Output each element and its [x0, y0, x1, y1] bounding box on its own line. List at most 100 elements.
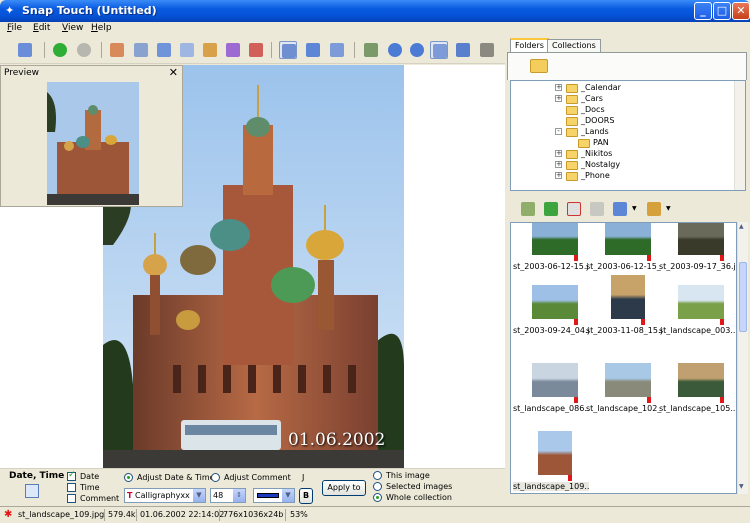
- menu-edit[interactable]: Edit: [33, 23, 50, 33]
- date-checkbox[interactable]: [67, 470, 76, 481]
- tree-node[interactable]: + _Cars: [555, 94, 715, 105]
- tree-node[interactable]: _Docs: [555, 105, 715, 116]
- delete-icon[interactable]: [565, 200, 583, 218]
- close-button[interactable]: ✕: [732, 2, 750, 20]
- tree-expander-icon[interactable]: +: [555, 84, 562, 91]
- tree-node[interactable]: + _Nikitos: [555, 149, 715, 160]
- thumbnail-image[interactable]: [678, 363, 724, 397]
- status-datetime: 01.06.2002 22:14:02: [140, 510, 225, 519]
- thumb-size-icon[interactable]: [645, 200, 663, 218]
- fit-icon[interactable]: [362, 41, 380, 59]
- move-icon[interactable]: [132, 41, 150, 59]
- panel-title: Date, Time: [9, 471, 65, 481]
- thumbnail-image[interactable]: [678, 285, 724, 319]
- tree-node[interactable]: _DOORS: [555, 116, 715, 127]
- status-filename: st_landscape_109.jpg: [18, 510, 105, 519]
- zoom-in-icon[interactable]: [386, 41, 404, 59]
- preview-close-icon[interactable]: ✕: [169, 66, 178, 79]
- view-mode-1-icon[interactable]: [279, 41, 297, 59]
- tree-node[interactable]: + _Phone: [555, 171, 715, 182]
- thumbnail-image[interactable]: [538, 431, 572, 475]
- selected-images-radio[interactable]: [373, 482, 382, 491]
- open-folder-icon[interactable]: [16, 41, 34, 59]
- thumbnail-image[interactable]: [605, 363, 651, 397]
- time-checkbox[interactable]: [67, 483, 76, 492]
- folder-icon: [566, 150, 578, 159]
- status-dimensions: 776x1036x24b: [223, 510, 284, 519]
- view-mode-2-icon[interactable]: [304, 41, 322, 59]
- export-icon[interactable]: [178, 41, 196, 59]
- image-icon[interactable]: [201, 41, 219, 59]
- thumbnail-caption: st_2003-09-17_36.jpg: [659, 262, 735, 271]
- rotate-icon[interactable]: [224, 41, 242, 59]
- comment-checkbox[interactable]: [67, 494, 76, 503]
- thumbnail-grid[interactable]: st_2003-06-12-15.jpgst_2003-06-12-15_...…: [510, 222, 737, 494]
- color-select[interactable]: ▼: [253, 488, 295, 503]
- thumbnail-caption: st_landscape_086...: [513, 404, 589, 413]
- tree-scrollbar[interactable]: [734, 81, 745, 190]
- tree-node-label: _Phone: [581, 171, 610, 180]
- thumbnail-caption: st_2003-09-24_04.jpg: [513, 326, 589, 335]
- view-mode-3-icon[interactable]: [328, 41, 346, 59]
- undo-icon[interactable]: [588, 200, 606, 218]
- apply-to-button[interactable]: Apply to: [322, 480, 366, 496]
- thumbnail-image[interactable]: [532, 223, 578, 255]
- maximize-button[interactable]: □: [713, 2, 731, 20]
- selected-images-label: Selected images: [386, 482, 453, 491]
- tab-folders[interactable]: Folders: [510, 38, 549, 53]
- folder-tree[interactable]: + _Calendar + _Cars _Docs _DOORS - _Lands PAN + _N…: [510, 80, 746, 191]
- this-image-radio[interactable]: [373, 471, 382, 480]
- font-select[interactable]: T Calligraphyxx ▼: [124, 488, 206, 503]
- title-bar: ✦ Snap Touch (Untitled) _ □ ✕: [0, 0, 750, 22]
- minimize-button[interactable]: _: [694, 2, 712, 20]
- tree-node[interactable]: - _Lands: [555, 127, 715, 138]
- thumbnail-image[interactable]: [605, 223, 651, 255]
- actual-size-icon[interactable]: [430, 41, 448, 59]
- size-stepper[interactable]: 48 ⇕: [210, 488, 246, 503]
- tree-expander-icon[interactable]: +: [555, 95, 562, 102]
- whole-collection-radio[interactable]: [373, 493, 382, 502]
- chevron-down-icon[interactable]: ▼: [666, 205, 671, 212]
- tree-expander-icon[interactable]: +: [555, 161, 562, 168]
- back-icon[interactable]: [51, 41, 69, 59]
- add-images-icon[interactable]: [519, 200, 537, 218]
- tree-node[interactable]: PAN: [567, 138, 727, 149]
- menu-file[interactable]: File: [7, 23, 22, 33]
- date-checkbox-label: Date: [80, 472, 100, 481]
- thumbnail-caption: st_2003-11-08_15.jpg: [586, 326, 662, 335]
- forward-icon[interactable]: [75, 41, 93, 59]
- tab-collections[interactable]: Collections: [547, 39, 601, 52]
- new-folder-icon[interactable]: [530, 59, 548, 73]
- edit-icon[interactable]: [247, 41, 265, 59]
- adjust-comment-label: Adjust Comment: [224, 473, 291, 482]
- menu-help[interactable]: Help: [91, 23, 112, 33]
- tree-expander-icon[interactable]: +: [555, 150, 562, 157]
- thumbnail-caption: st_landscape_109....: [513, 482, 589, 491]
- tree-expander-icon[interactable]: -: [555, 128, 562, 135]
- date-time-panel: Date, Time Date Time Comment Adjust Date…: [0, 468, 505, 506]
- tree-node[interactable]: + _Calendar: [555, 83, 715, 94]
- chevron-down-icon[interactable]: ▼: [632, 205, 637, 212]
- copy-icon[interactable]: [108, 41, 126, 59]
- adjust-comment-radio[interactable]: [211, 473, 220, 482]
- compare-icon[interactable]: [155, 41, 173, 59]
- chevron-down-icon: ▼: [281, 489, 294, 502]
- thumbnail-caption: st_landscape_102_...: [586, 404, 662, 413]
- thumbnail-image[interactable]: [532, 285, 578, 319]
- zoom-out-icon[interactable]: [408, 41, 426, 59]
- bold-button[interactable]: B: [299, 488, 313, 504]
- thumbnail-scrollbar[interactable]: ▲ ▼: [737, 222, 748, 494]
- preview-panel: Preview ✕: [0, 65, 183, 207]
- menu-view[interactable]: View: [62, 23, 83, 33]
- thumbnail-image[interactable]: [611, 275, 645, 319]
- grid-view-icon[interactable]: [611, 200, 629, 218]
- tree-node[interactable]: + _Nostalgy: [555, 160, 715, 171]
- fullscreen-icon[interactable]: [454, 41, 472, 59]
- refresh-icon[interactable]: [542, 200, 560, 218]
- settings-icon[interactable]: [478, 41, 496, 59]
- tree-expander-icon[interactable]: +: [555, 172, 562, 179]
- adjust-date-time-radio[interactable]: [124, 473, 133, 482]
- thumbnail-image[interactable]: [678, 223, 724, 255]
- thumbnail-image[interactable]: [532, 363, 578, 397]
- status-icon: ✱: [4, 509, 13, 520]
